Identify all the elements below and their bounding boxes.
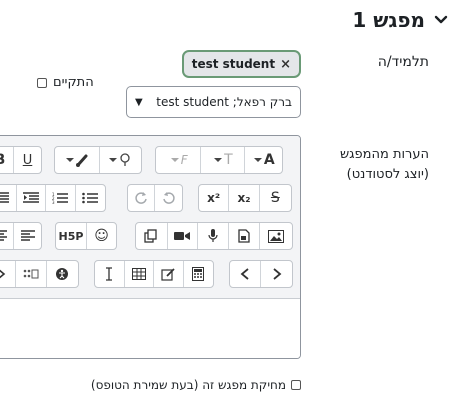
notes-label-line1: הערות מהמפגש <box>339 147 429 162</box>
video-icon[interactable] <box>168 223 199 249</box>
tools-group <box>94 260 214 288</box>
h5p-emoji-group: H5P ☺ <box>55 222 117 250</box>
bullet-list-button[interactable] <box>76 185 105 211</box>
close-icon[interactable]: × <box>280 57 291 72</box>
align-center-button[interactable] <box>0 223 15 249</box>
toolbar-row-1: B U F T <box>0 146 300 174</box>
copy-icon[interactable] <box>136 223 168 249</box>
delete-session-row[interactable]: מחיקת מפגש זה (בעת שמירת הטופס) <box>91 378 301 392</box>
align-group <box>0 222 42 250</box>
font-format-button[interactable]: A <box>245 147 282 173</box>
student-select-value: ברק רפאל; test student <box>156 95 292 109</box>
editor-toolbar: B U F T <box>0 136 300 299</box>
delete-session-label: מחיקת מפגש זה (בעת שמירת הטופס) <box>90 378 286 392</box>
held-label: התקיים <box>53 75 94 90</box>
chevron-down-icon[interactable] <box>433 12 449 28</box>
script-group: x² x₂ S <box>198 184 292 212</box>
ordered-list-button[interactable]: 123 <box>46 185 76 211</box>
redo-button[interactable] <box>128 185 156 211</box>
misc-group <box>0 260 79 288</box>
font-f-label: F <box>180 153 188 167</box>
chip-label: test student <box>191 57 276 71</box>
calculator-icon[interactable] <box>184 261 213 287</box>
brush-icon <box>65 154 88 167</box>
outdent-button[interactable] <box>0 185 17 211</box>
chevron-left-icon[interactable] <box>230 261 262 287</box>
font-a-label: A <box>263 152 275 168</box>
notes-label-line2: (יוצג לסטודנט) <box>346 167 429 182</box>
superscript-button[interactable]: x² <box>199 185 230 211</box>
notes-label: הערות מהמפגש (יוצג לסטודנט) <box>340 145 429 185</box>
text-color-button[interactable] <box>55 147 100 173</box>
file-icon[interactable] <box>229 223 261 249</box>
h5p-button[interactable]: H5P <box>56 223 87 249</box>
media-group <box>135 222 293 250</box>
font-t-label: T <box>224 152 233 168</box>
held-checkbox[interactable] <box>37 77 47 88</box>
delete-session-checkbox[interactable] <box>291 380 301 390</box>
svg-text:3: 3 <box>52 200 55 204</box>
undo-redo-group <box>127 184 183 212</box>
text-style-group: B U <box>0 146 42 174</box>
student-select[interactable]: ▼ ברק רפאל; test student <box>126 86 301 118</box>
rich-text-editor[interactable]: B U F T <box>0 135 301 359</box>
indent-button[interactable] <box>17 185 46 211</box>
font-group: F T A <box>155 146 283 174</box>
accessibility-icon[interactable] <box>47 261 78 287</box>
bold-button[interactable]: B <box>0 147 15 173</box>
nav-group <box>229 260 293 288</box>
section-title: מפגש 1 <box>352 8 425 32</box>
font-size-button[interactable]: T <box>201 147 245 173</box>
highlight-button[interactable] <box>100 147 141 173</box>
toolbar-row-4 <box>0 260 300 288</box>
emoji-button[interactable]: ☺ <box>87 223 116 249</box>
microphone-icon[interactable] <box>198 223 229 249</box>
subscript-button[interactable]: x₂ <box>229 185 260 211</box>
editor-content-area[interactable] <box>0 299 300 358</box>
strikethrough-button[interactable]: S <box>260 185 291 211</box>
selected-student-chip[interactable]: test student × <box>181 50 301 78</box>
student-label: תלמיד/ה <box>377 54 429 70</box>
toolbar-row-2: 123 x² x₂ S <box>0 184 300 212</box>
underline-button[interactable]: U <box>14 147 41 173</box>
special-chars-icon[interactable] <box>16 261 47 287</box>
chevron-right-icon[interactable] <box>0 261 17 287</box>
color-group <box>54 146 142 174</box>
cursor-icon[interactable] <box>95 261 125 287</box>
list-indent-group: 123 <box>0 184 106 212</box>
table-icon[interactable] <box>125 261 154 287</box>
toolbar-row-3: H5P ☺ <box>0 222 300 250</box>
held-checkbox-row[interactable]: התקיים <box>37 75 94 90</box>
dropdown-triangle-icon: ▼ <box>135 96 143 108</box>
align-left-button[interactable] <box>14 223 41 249</box>
image-icon[interactable] <box>260 223 292 249</box>
chevron-right-icon[interactable] <box>261 261 292 287</box>
lightbulb-icon <box>109 153 131 166</box>
undo-button[interactable] <box>155 185 182 211</box>
font-family-button[interactable]: F <box>156 147 202 173</box>
edit-icon[interactable] <box>154 261 184 287</box>
